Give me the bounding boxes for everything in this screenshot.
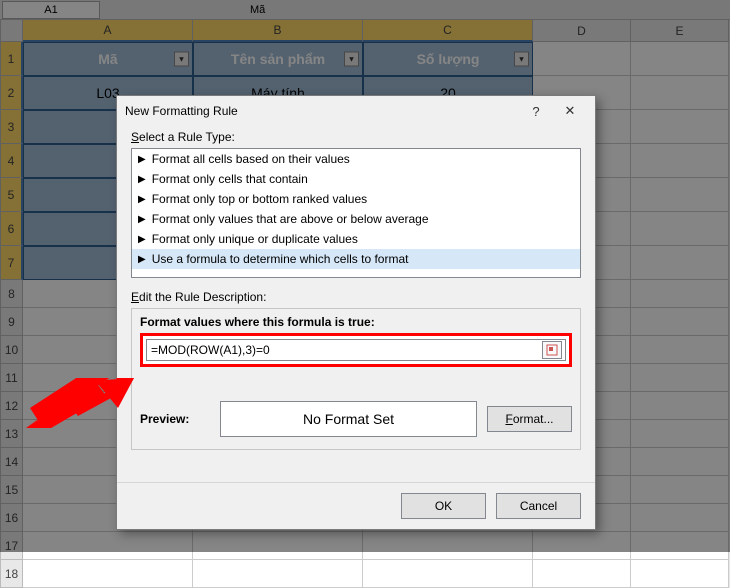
row-header[interactable]: 10 — [1, 336, 23, 364]
play-icon: ▶ — [138, 234, 146, 245]
edit-rule-description-label: Edit the Rule Description: — [131, 290, 581, 304]
rule-type-list[interactable]: ▶Format all cells based on their values … — [131, 148, 581, 278]
play-icon: ▶ — [138, 194, 146, 205]
cell[interactable] — [631, 42, 729, 76]
row-header[interactable]: 14 — [1, 448, 23, 476]
cell[interactable] — [631, 560, 729, 588]
row-header[interactable]: 7 — [1, 246, 23, 280]
cell[interactable] — [193, 532, 363, 560]
cell[interactable] — [533, 532, 631, 560]
cell[interactable] — [631, 280, 729, 308]
row-header[interactable]: 6 — [1, 212, 23, 246]
cell[interactable] — [631, 364, 729, 392]
row-header[interactable]: 12 — [1, 392, 23, 420]
cell[interactable] — [631, 392, 729, 420]
formula-bar-strip: A1 Mã — [0, 0, 730, 20]
rule-type-item[interactable]: ▶Use a formula to determine which cells … — [132, 249, 580, 269]
col-header[interactable]: E — [631, 20, 729, 42]
formula-input[interactable] — [146, 339, 566, 361]
cell[interactable] — [631, 144, 729, 178]
cell[interactable] — [363, 560, 533, 588]
play-icon: ▶ — [138, 214, 146, 225]
cell-text: Tên sản phẩm — [231, 51, 325, 67]
format-button[interactable]: Format... — [487, 406, 572, 432]
select-all-corner[interactable] — [1, 20, 23, 42]
cell[interactable] — [631, 308, 729, 336]
play-icon: ▶ — [138, 174, 146, 185]
table-header-cell[interactable]: Tên sản phẩm — [193, 42, 363, 76]
play-icon: ▶ — [138, 254, 146, 265]
ok-button[interactable]: OK — [401, 493, 486, 519]
select-rule-type-label: Select a Rule Type: — [131, 130, 581, 144]
cell[interactable] — [23, 560, 193, 588]
rule-type-item[interactable]: ▶Format only top or bottom ranked values — [132, 189, 580, 209]
formula-highlight-box — [140, 333, 572, 367]
cell[interactable] — [631, 420, 729, 448]
cell-text: Số lượng — [417, 51, 480, 67]
cell[interactable] — [363, 532, 533, 560]
cell[interactable] — [631, 110, 729, 144]
row-header[interactable]: 18 — [1, 560, 23, 588]
rule-description-groupbox: Format values where this formula is true… — [131, 308, 581, 450]
preview-box: No Format Set — [220, 401, 477, 437]
table-header-cell[interactable]: Số lượng — [363, 42, 533, 76]
row-header[interactable]: 9 — [1, 308, 23, 336]
formula-preview: Mã — [250, 4, 265, 16]
cell[interactable] — [631, 532, 729, 560]
cell[interactable] — [23, 532, 193, 560]
cell[interactable] — [631, 246, 729, 280]
col-header[interactable]: A — [23, 20, 193, 42]
row-header[interactable]: 1 — [1, 42, 23, 76]
col-header[interactable]: B — [193, 20, 363, 42]
row-header[interactable]: 2 — [1, 76, 23, 110]
cell[interactable] — [631, 504, 729, 532]
table-header-cell[interactable]: Mã — [23, 42, 193, 76]
new-formatting-rule-dialog: New Formatting Rule ? ✕ Select a Rule Ty… — [116, 95, 596, 530]
row-header[interactable]: 5 — [1, 178, 23, 212]
preview-label: Preview: — [140, 412, 210, 426]
cell[interactable] — [533, 42, 631, 76]
row-header[interactable]: 8 — [1, 280, 23, 308]
filter-dropdown-icon[interactable] — [344, 52, 359, 67]
row-header[interactable]: 15 — [1, 476, 23, 504]
cell[interactable] — [631, 76, 729, 110]
cell[interactable] — [631, 448, 729, 476]
cell-text: Mã — [98, 51, 117, 67]
name-box[interactable]: A1 — [2, 1, 100, 19]
cell[interactable] — [631, 336, 729, 364]
close-icon[interactable]: ✕ — [553, 100, 587, 122]
filter-dropdown-icon[interactable] — [174, 52, 189, 67]
cancel-button[interactable]: Cancel — [496, 493, 581, 519]
cell[interactable] — [193, 560, 363, 588]
row-header[interactable]: 11 — [1, 364, 23, 392]
filter-dropdown-icon[interactable] — [514, 52, 529, 67]
formula-true-label: Format values where this formula is true… — [140, 315, 572, 329]
rule-type-item[interactable]: ▶Format only cells that contain — [132, 169, 580, 189]
row-header[interactable]: 13 — [1, 420, 23, 448]
row-header[interactable]: 3 — [1, 110, 23, 144]
rule-type-item[interactable]: ▶Format only values that are above or be… — [132, 209, 580, 229]
cell[interactable] — [631, 476, 729, 504]
cell[interactable] — [631, 178, 729, 212]
range-picker-icon[interactable] — [542, 341, 562, 359]
dialog-titlebar[interactable]: New Formatting Rule ? ✕ — [117, 96, 595, 126]
rule-type-item[interactable]: ▶Format all cells based on their values — [132, 149, 580, 169]
row-header[interactable]: 16 — [1, 504, 23, 532]
cell[interactable] — [533, 560, 631, 588]
col-header[interactable]: D — [533, 20, 631, 42]
row-header[interactable]: 17 — [1, 532, 23, 560]
play-icon: ▶ — [138, 154, 146, 165]
row-header[interactable]: 4 — [1, 144, 23, 178]
dialog-title: New Formatting Rule — [125, 104, 519, 118]
cell[interactable] — [631, 212, 729, 246]
help-icon[interactable]: ? — [519, 100, 553, 122]
col-header[interactable]: C — [363, 20, 533, 42]
rule-type-item[interactable]: ▶Format only unique or duplicate values — [132, 229, 580, 249]
